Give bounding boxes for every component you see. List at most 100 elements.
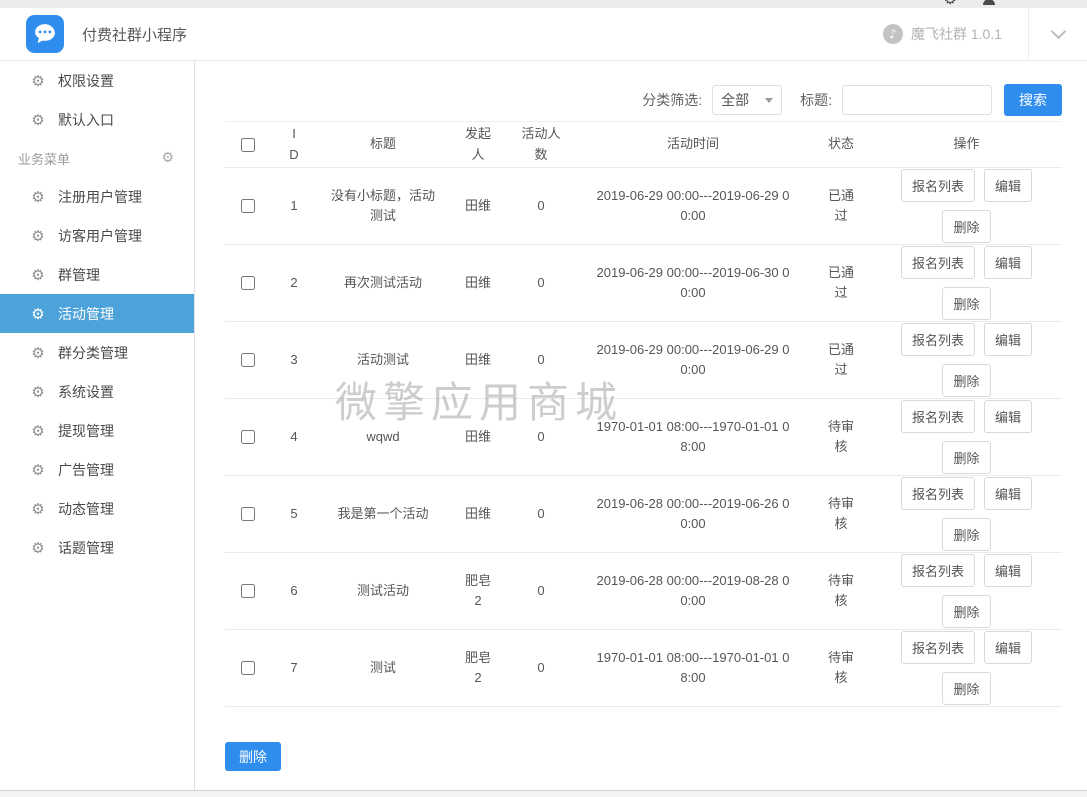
delete-row-button[interactable]: 删除 [942,672,990,705]
row-activity-time: 2019-06-29 00:00---2019-06-30 00:00 [575,263,811,303]
delete-row-button[interactable]: 删除 [942,287,990,320]
edit-button[interactable]: 编辑 [984,477,1032,510]
sidebar-item-topic-management[interactable]: ⚙ 话题管理 [0,528,194,567]
delete-row-button[interactable]: 删除 [942,441,990,474]
table-row: 1 没有小标题，活动测试 田维 0 2019-06-29 00:00---201… [225,168,1062,245]
signup-list-button[interactable]: 报名列表 [901,169,975,202]
signup-list-button[interactable]: 报名列表 [901,400,975,433]
row-status: 待审核 [811,494,871,534]
row-status: 已通过 [811,186,871,226]
sidebar-item-label: 动态管理 [58,499,114,519]
title-filter-label: 标题: [800,90,832,110]
col-header-activity-time: 活动时间 [667,134,719,154]
bottom-strip [0,790,1087,797]
row-actions: 报名列表 编辑 删除 [871,169,1062,243]
category-filter-label: 分类筛选: [642,90,702,110]
sidebar-item-label: 活动管理 [58,304,114,324]
signup-list-button[interactable]: 报名列表 [901,477,975,510]
clipped-user-icon [983,0,995,5]
signup-list-button[interactable]: 报名列表 [901,631,975,664]
edit-button[interactable]: 编辑 [984,169,1032,202]
row-participants: 0 [507,196,575,216]
row-participants: 0 [507,350,575,370]
gear-icon: ⚙ [30,461,46,479]
sidebar-menu-group: ⚙ 注册用户管理 ⚙ 访客用户管理 ⚙ 群管理 ⚙ 活动管理 ⚙ 群分类管理 ⚙… [0,177,194,567]
row-activity-time: 2019-06-29 00:00---2019-06-29 00:00 [575,186,811,226]
sidebar-item-label: 群分类管理 [58,343,128,363]
row-title: 测试活动 [317,581,449,601]
edit-button[interactable]: 编辑 [984,400,1032,433]
sidebar-item-ad-management[interactable]: ⚙ 广告管理 [0,450,194,489]
bulk-delete-button[interactable]: 删除 [225,742,281,771]
row-checkbox[interactable] [241,430,255,444]
table-row: 2 再次测试活动 田维 0 2019-06-29 00:00---2019-06… [225,245,1062,322]
delete-row-button[interactable]: 删除 [942,518,990,551]
row-checkbox[interactable] [241,199,255,213]
chat-bubble-icon [26,15,64,53]
sidebar-item-moments-management[interactable]: ⚙ 动态管理 [0,489,194,528]
clipped-gear-icon: ⚙ [944,0,957,7]
row-checkbox[interactable] [241,507,255,521]
row-participants: 0 [507,504,575,524]
gear-icon: ⚙ [30,344,46,362]
category-filter-value: 全部 [721,90,749,110]
row-status: 待审核 [811,571,871,611]
sidebar-item-default-entry[interactable]: ⚙ 默认入口 [0,100,194,139]
delete-row-button[interactable]: 删除 [942,210,990,243]
app-window: ⚙ 付费社群小程序 ♪ 魔飞社群 1.0.1 ⚙ [0,0,1087,797]
row-status: 已通过 [811,263,871,303]
app-title: 付费社群小程序 [82,24,187,45]
row-participants: 0 [507,581,575,601]
app-header: 付费社群小程序 ♪ 魔飞社群 1.0.1 [0,8,1087,61]
row-title: 活动测试 [317,350,449,370]
sidebar-item-permission-settings[interactable]: ⚙ 权限设置 [0,61,194,100]
row-participants: 0 [507,658,575,678]
gear-icon: ⚙ [30,305,46,323]
row-actions: 报名列表 编辑 删除 [871,554,1062,628]
row-checkbox[interactable] [241,661,255,675]
sidebar-item-group-management[interactable]: ⚙ 群管理 [0,255,194,294]
row-id: 5 [271,504,317,524]
row-initiator: 田维 [449,350,507,370]
search-button[interactable]: 搜索 [1004,84,1062,116]
delete-row-button[interactable]: 删除 [942,595,990,628]
edit-button[interactable]: 编辑 [984,631,1032,664]
row-title: 没有小标题，活动测试 [317,186,449,226]
table-row: 4 wqwd 田维 0 1970-01-01 08:00---1970-01-0… [225,399,1062,476]
row-checkbox[interactable] [241,276,255,290]
select-all-checkbox[interactable] [241,138,255,152]
row-id: 7 [271,658,317,678]
row-initiator: 肥皂2 [449,648,507,688]
music-note-icon: ♪ [883,24,903,44]
sidebar-item-withdrawal-management[interactable]: ⚙ 提现管理 [0,411,194,450]
gear-icon: ⚙ [30,266,46,284]
row-actions: 报名列表 编辑 删除 [871,323,1062,397]
edit-button[interactable]: 编辑 [984,246,1032,279]
row-checkbox[interactable] [241,584,255,598]
sidebar-item-system-settings[interactable]: ⚙ 系统设置 [0,372,194,411]
row-activity-time: 1970-01-01 08:00---1970-01-01 08:00 [575,648,811,688]
sidebar-item-visitor-user-management[interactable]: ⚙ 访客用户管理 [0,216,194,255]
edit-button[interactable]: 编辑 [984,323,1032,356]
col-header-initiator: 发起人 [462,124,494,164]
signup-list-button[interactable]: 报名列表 [901,323,975,356]
sidebar-item-activity-management[interactable]: ⚙ 活动管理 [0,294,194,333]
category-filter-select[interactable]: 全部 [712,85,782,115]
filter-bar: 分类筛选: 全部 标题: 搜索 [225,84,1062,116]
main-content: 分类筛选: 全部 标题: 搜索 ID 标题 发起人 活动人数 活动时间 状态 [195,61,1087,790]
edit-button[interactable]: 编辑 [984,554,1032,587]
signup-list-button[interactable]: 报名列表 [901,554,975,587]
section-gear-icon[interactable]: ⚙ [161,150,174,166]
table-row: 6 测试活动 肥皂2 0 2019-06-28 00:00---2019-08-… [225,553,1062,630]
table-header-row: ID 标题 发起人 活动人数 活动时间 状态 操作 [225,121,1062,168]
signup-list-button[interactable]: 报名列表 [901,246,975,279]
sidebar-item-registered-user-management[interactable]: ⚙ 注册用户管理 [0,177,194,216]
title-filter-input[interactable] [842,85,992,115]
sidebar-item-label: 系统设置 [58,382,114,402]
header-dropdown-toggle[interactable] [1029,8,1087,60]
row-checkbox[interactable] [241,353,255,367]
sidebar-item-group-category-management[interactable]: ⚙ 群分类管理 [0,333,194,372]
row-participants: 0 [507,427,575,447]
delete-row-button[interactable]: 删除 [942,364,990,397]
row-initiator: 田维 [449,504,507,524]
